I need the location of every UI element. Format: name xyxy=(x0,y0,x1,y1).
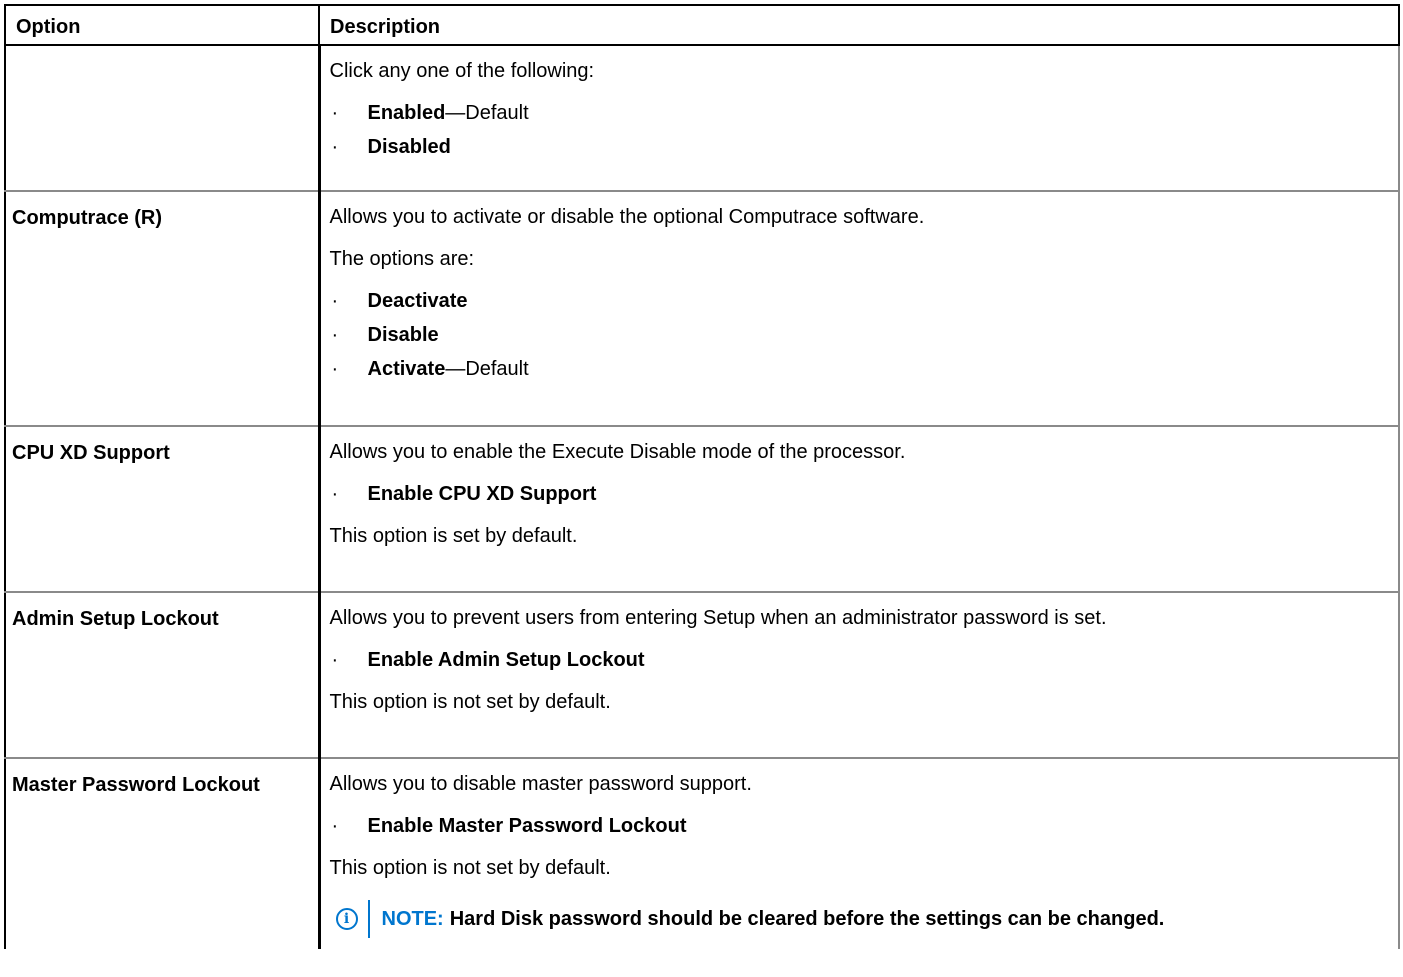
table-row: Click any one of the following: · Enabled—… xyxy=(4,45,1400,192)
option-name: Admin Setup Lockout xyxy=(4,592,321,759)
setting-option-label: Enabled xyxy=(367,102,446,124)
setting-options-list: · Deactivate · Disable · Activate—Default xyxy=(330,290,1399,380)
table-row: CPU XD Support Allows you to enable the E… xyxy=(4,426,1400,593)
bullet-icon: · xyxy=(331,324,339,346)
setting-option-label: Enable Master Password Lockout xyxy=(367,815,687,837)
option-name: Master Password Lockout xyxy=(4,758,321,949)
option-description: Allows you to activate or disable the op… xyxy=(321,192,1399,380)
description-paragraph: Click any one of the following: xyxy=(329,60,595,82)
bullet-icon: · xyxy=(331,358,339,380)
default-indicator: —Default xyxy=(445,358,529,380)
table-body: Click any one of the following: · Enabled—… xyxy=(4,45,1400,949)
setting-option-item: · Enable Admin Setup Lockout xyxy=(330,649,1399,671)
bullet-icon: · xyxy=(331,483,339,505)
default-state-text: This option is not set by default. xyxy=(329,691,611,713)
note-callout: i NOTE: Hard Disk password should be clear… xyxy=(335,899,1399,939)
bullet-icon: · xyxy=(331,815,339,837)
bullet-icon: · xyxy=(331,290,339,312)
setting-option-label: Enable Admin Setup Lockout xyxy=(367,649,645,671)
setting-option-label: Disable xyxy=(367,324,439,346)
setting-options-list: · Enable Master Password Lockout xyxy=(330,815,1399,837)
description-paragraph: The options are: xyxy=(329,248,475,270)
setting-options-list: · Enabled—Default · Disabled xyxy=(330,102,1399,158)
option-description: Allows you to enable the Execute Disable… xyxy=(321,427,1399,547)
description-paragraph: Allows you to disable master password su… xyxy=(329,773,752,795)
option-name xyxy=(4,45,321,192)
option-description-cell: Allows you to activate or disable the op… xyxy=(319,191,1400,427)
setting-option-item: · Disabled xyxy=(330,136,1399,158)
table-row: Computrace (R) Allows you to activate or … xyxy=(4,191,1400,427)
table-header-row: Option Description xyxy=(4,4,1400,46)
default-indicator: —Default xyxy=(445,102,529,124)
option-description: Allows you to prevent users from enterin… xyxy=(321,593,1399,713)
table-row: Master Password Lockout Allows you to dis… xyxy=(4,758,1400,949)
setting-option-label: Disabled xyxy=(367,136,451,158)
option-description-cell: Allows you to prevent users from enterin… xyxy=(319,592,1400,759)
description-paragraph: Allows you to activate or disable the op… xyxy=(329,206,925,228)
setting-option-item: · Deactivate xyxy=(330,290,1399,312)
column-header-description: Description xyxy=(318,4,1400,46)
default-state-text: This option is set by default. xyxy=(329,525,578,547)
bullet-icon: · xyxy=(331,649,339,671)
option-description-cell: Allows you to enable the Execute Disable… xyxy=(319,426,1400,593)
option-description: Allows you to disable master password su… xyxy=(321,759,1399,939)
note-divider xyxy=(367,900,370,938)
table-row: Admin Setup Lockout Allows you to prevent… xyxy=(4,592,1400,759)
option-description-cell: Click any one of the following: · Enabled—… xyxy=(319,45,1400,192)
option-name: Computrace (R) xyxy=(4,191,321,427)
setting-option-item: · Disable xyxy=(330,324,1399,346)
setting-option-label: Deactivate xyxy=(367,290,468,312)
option-description-cell: Allows you to disable master password su… xyxy=(319,758,1400,949)
info-icon: i xyxy=(335,908,358,930)
description-paragraph: Allows you to enable the Execute Disable… xyxy=(329,441,906,463)
bullet-icon: · xyxy=(331,136,339,158)
setting-option-item: · Enable Master Password Lockout xyxy=(330,815,1399,837)
setting-options-list: · Enable CPU XD Support xyxy=(330,483,1399,505)
options-table: Option Description Click any one of the … xyxy=(4,4,1400,949)
setting-options-list: · Enable Admin Setup Lockout xyxy=(330,649,1399,671)
document-page: Option Description Click any one of the … xyxy=(0,0,1403,977)
setting-option-label: Enable CPU XD Support xyxy=(367,483,597,505)
setting-option-item: · Activate—Default xyxy=(330,358,1399,380)
description-paragraph: Allows you to prevent users from enterin… xyxy=(329,607,1107,629)
option-name: CPU XD Support xyxy=(4,426,321,593)
note-text: Hard Disk password should be cleared bef… xyxy=(449,907,1165,930)
column-header-option: Option xyxy=(4,4,320,46)
setting-option-label: Activate xyxy=(367,358,446,380)
default-state-text: This option is not set by default. xyxy=(329,857,611,879)
setting-option-item: · Enabled—Default xyxy=(330,102,1399,124)
bullet-icon: · xyxy=(331,102,339,124)
setting-option-item: · Enable CPU XD Support xyxy=(330,483,1399,505)
option-description: Click any one of the following: · Enabled—… xyxy=(321,46,1399,158)
note-label: NOTE: xyxy=(381,907,444,930)
